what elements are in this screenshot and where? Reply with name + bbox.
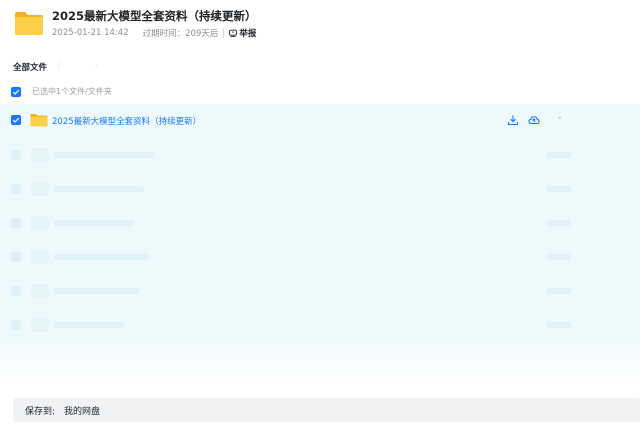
download-icon[interactable] xyxy=(507,114,519,126)
list-item-placeholder xyxy=(0,138,640,172)
cloud-save-icon[interactable] xyxy=(528,114,540,126)
share-date: 2025-01-21 14:42 xyxy=(52,28,129,38)
expiry-value: 209天后 xyxy=(185,29,219,39)
list-item-placeholder xyxy=(0,274,640,308)
file-list: 2025最新大模型全套资料（持续更新） - xyxy=(0,104,640,344)
selection-bar: 已选中1个文件/文件夹 xyxy=(0,84,640,100)
save-target-selector[interactable]: 我的网盘 xyxy=(64,404,100,417)
folder-icon xyxy=(15,12,43,35)
list-item-placeholder xyxy=(0,172,640,206)
list-item-placeholder xyxy=(0,308,640,342)
selection-count: 已选中1个文件/文件夹 xyxy=(32,87,112,96)
meta-divider xyxy=(223,28,225,38)
folder-icon xyxy=(30,114,48,127)
select-all-checkbox[interactable] xyxy=(11,87,21,97)
save-bar: 保存到: 我的网盘 xyxy=(13,398,640,422)
breadcrumb-root[interactable]: 全部文件 xyxy=(13,61,47,73)
expiry-label: 过期时间： xyxy=(142,29,186,39)
share-header: 2025最新大模型全套资料（持续更新） 2025-01-21 14:42 过期时… xyxy=(0,0,640,52)
row-checkbox[interactable] xyxy=(11,115,21,125)
share-title: 2025最新大模型全套资料（持续更新） xyxy=(52,9,257,23)
checkbox-icon xyxy=(12,117,20,123)
list-item-placeholder xyxy=(0,206,640,240)
share-meta: 2025-01-21 14:42 过期时间： 209天后 举报 xyxy=(52,27,256,39)
breadcrumb-separator: ⋮ xyxy=(55,61,63,70)
file-name[interactable]: 2025最新大模型全套资料（持续更新） xyxy=(52,115,201,127)
breadcrumb-dot: · xyxy=(95,61,98,70)
list-fade xyxy=(0,344,640,388)
report-icon xyxy=(229,29,238,37)
file-row[interactable]: 2025最新大模型全套资料（持续更新） - xyxy=(0,104,640,136)
more-icon[interactable]: - xyxy=(558,113,561,123)
list-item-placeholder xyxy=(0,240,640,274)
checkbox-icon xyxy=(12,89,20,95)
report-label: 举报 xyxy=(239,29,257,39)
share-page: 2025最新大模型全套资料（持续更新） 2025-01-21 14:42 过期时… xyxy=(0,0,640,426)
save-label: 保存到: xyxy=(25,407,56,417)
report-button[interactable]: 举报 xyxy=(229,27,256,39)
